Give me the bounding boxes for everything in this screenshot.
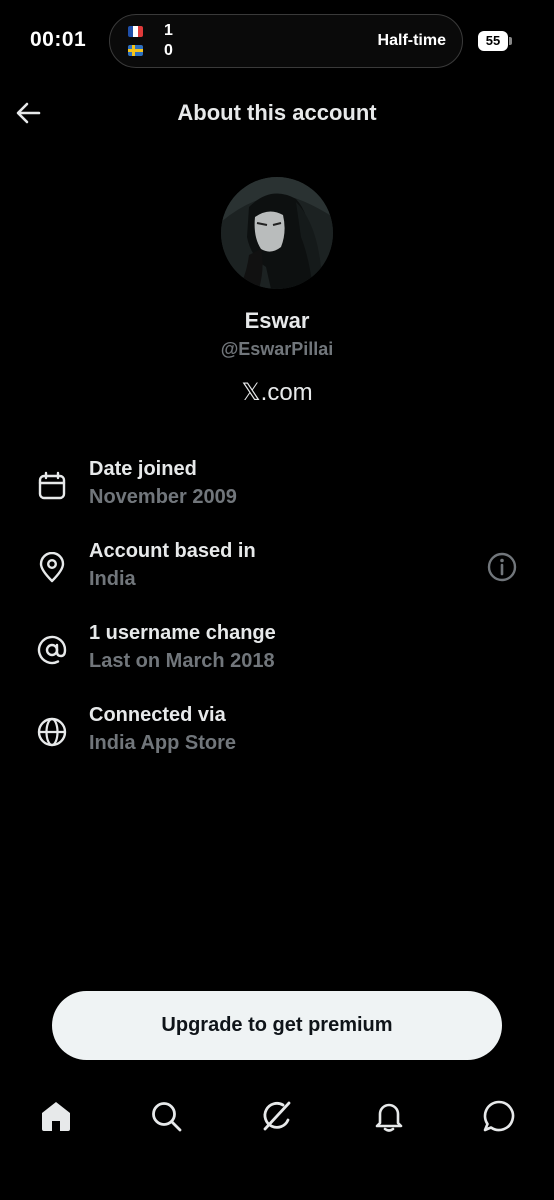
page-title: About this account: [177, 100, 377, 125]
connected-via-label: Connected via: [89, 704, 226, 726]
date-joined-row: Date joined November 2009: [0, 458, 554, 518]
match-status: Half-time: [377, 32, 446, 49]
nav-home[interactable]: [38, 1098, 74, 1134]
account-based-in-value: India: [89, 568, 136, 590]
grok-icon: [263, 1101, 291, 1131]
date-joined-label: Date joined: [89, 458, 197, 480]
home-score: 1: [164, 22, 173, 39]
battery-level: 55: [478, 31, 508, 51]
calendar-icon: [38, 471, 66, 500]
bottom-nav: [0, 1088, 554, 1148]
sweden-flag-icon: [128, 45, 143, 56]
username-change-row: 1 username change Last on March 2018: [0, 622, 554, 682]
avatar: [221, 177, 333, 289]
username-change-label: 1 username change: [89, 622, 276, 644]
location-pin-icon: [39, 552, 65, 583]
display-name: Eswar: [244, 308, 310, 333]
date-joined-value: November 2009: [89, 486, 237, 508]
site-name: 𝕏.com: [241, 379, 313, 406]
username-handle: @EswarPillai: [220, 339, 334, 359]
at-sign-icon: [37, 635, 67, 665]
status-bar: 00:01 1 0 Half-time 55: [0, 0, 554, 84]
upgrade-premium-button[interactable]: Upgrade to get premium: [52, 991, 502, 1060]
nav-grok[interactable]: [259, 1098, 295, 1134]
nav-search[interactable]: [148, 1098, 184, 1134]
away-score: 0: [164, 42, 173, 59]
search-icon: [152, 1102, 182, 1132]
connected-via-row: Connected via India App Store: [0, 704, 554, 764]
nav-notifications[interactable]: [371, 1098, 407, 1134]
messages-icon: [483, 1100, 515, 1132]
account-based-in-label: Account based in: [89, 540, 256, 562]
username-change-value: Last on March 2018: [89, 650, 275, 672]
info-icon[interactable]: [486, 551, 518, 583]
globe-icon: [37, 717, 67, 747]
france-flag-icon: [128, 26, 143, 37]
nav-messages[interactable]: [481, 1098, 517, 1134]
live-score-pill[interactable]: 1 0 Half-time: [109, 14, 463, 68]
connected-via-value: India App Store: [89, 732, 237, 754]
home-icon: [42, 1102, 70, 1131]
battery-icon: 55: [478, 31, 512, 51]
status-time: 00:01: [30, 28, 87, 51]
account-based-in-row: Account based in India: [0, 540, 554, 600]
notifications-icon: [375, 1103, 403, 1132]
